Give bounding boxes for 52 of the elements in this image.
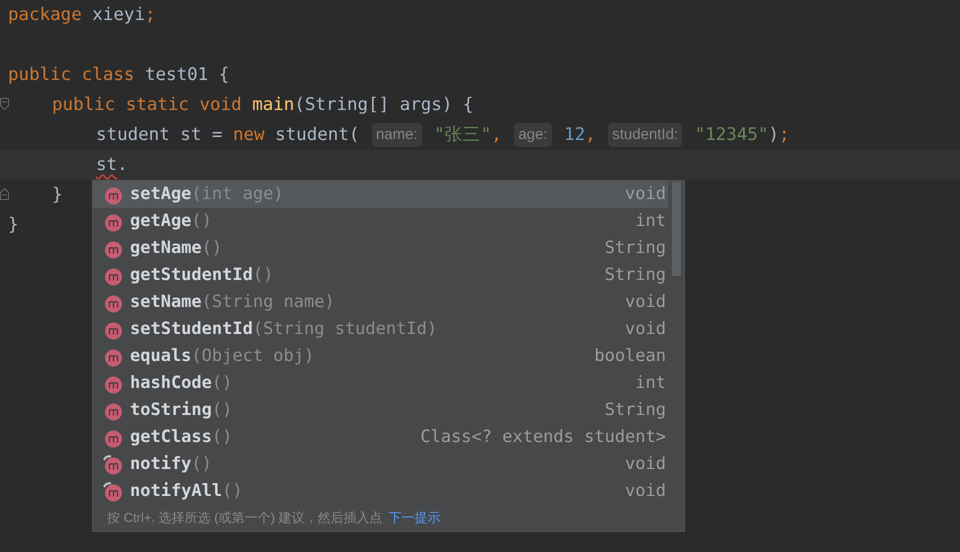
- completion-item[interactable]: notifyAll() void: [93, 478, 668, 505]
- method-signature: getStudentId(): [130, 264, 274, 287]
- return-type: void: [625, 318, 666, 341]
- parameter-hint: age:: [514, 122, 552, 148]
- code-text: student st = new student(: [96, 124, 360, 147]
- completion-item[interactable]: toString() String: [93, 397, 668, 424]
- next-tip-link[interactable]: 下一提示: [388, 508, 441, 528]
- parameter-hint: name:: [372, 122, 422, 148]
- method-signature: getAge(): [130, 210, 212, 233]
- method-signature: setName(String name): [130, 290, 335, 314]
- method-signature: notify(): [130, 452, 212, 476]
- completion-item[interactable]: getAge() int: [93, 208, 668, 235]
- return-type: void: [625, 452, 666, 476]
- code-text: st.: [96, 154, 128, 177]
- completion-item[interactable]: getStudentId() String: [93, 262, 668, 289]
- method-signature: toString(): [130, 398, 232, 422]
- return-type: String: [604, 264, 666, 287]
- return-type: int: [635, 210, 666, 233]
- scrollbar[interactable]: [672, 182, 681, 276]
- fold-marker-icon[interactable]: [0, 98, 9, 110]
- code-text: public static void main(String[] args) {: [52, 94, 474, 117]
- parameter-hint: studentId:: [608, 122, 682, 148]
- hint-text: 按 Ctrl+. 选择所选 (或第一个) 建议，然后插入点: [107, 509, 383, 528]
- code-text: package xieyi;: [8, 4, 156, 27]
- completion-item[interactable]: getName() String: [93, 235, 668, 262]
- completion-item[interactable]: hashCode() int: [93, 370, 668, 397]
- return-type: String: [604, 236, 666, 260]
- code-text: public class test01 {: [8, 64, 230, 87]
- return-type: String: [604, 398, 666, 422]
- return-type: void: [625, 182, 666, 206]
- method-signature: setStudentId(String studentId): [130, 318, 438, 341]
- method-signature: notifyAll(): [130, 480, 243, 503]
- completion-item[interactable]: notify() void: [93, 451, 668, 478]
- return-type: boolean: [594, 344, 666, 368]
- completion-item[interactable]: equals(Object obj) boolean: [93, 343, 668, 370]
- return-type: void: [625, 480, 666, 503]
- completion-item[interactable]: getClass() Class<? extends student>: [93, 424, 668, 451]
- method-signature: getClass(): [130, 426, 232, 449]
- return-type: void: [625, 290, 666, 314]
- code-text: }: [52, 184, 63, 207]
- code-text: 12,: [563, 124, 597, 147]
- method-signature: equals(Object obj): [130, 344, 314, 368]
- fold-marker-icon[interactable]: [0, 188, 9, 200]
- method-signature: getName(): [130, 236, 222, 260]
- method-signature: hashCode(): [130, 372, 232, 395]
- code-text: }: [8, 214, 19, 237]
- return-type: int: [635, 372, 666, 395]
- return-type: Class<? extends student>: [420, 426, 666, 449]
- code-text: "12345");: [694, 124, 790, 147]
- completion-item[interactable]: setStudentId(String studentId) void: [93, 316, 668, 343]
- code-text: "张三",: [433, 124, 503, 147]
- completion-item[interactable]: setName(String name) void: [93, 289, 668, 316]
